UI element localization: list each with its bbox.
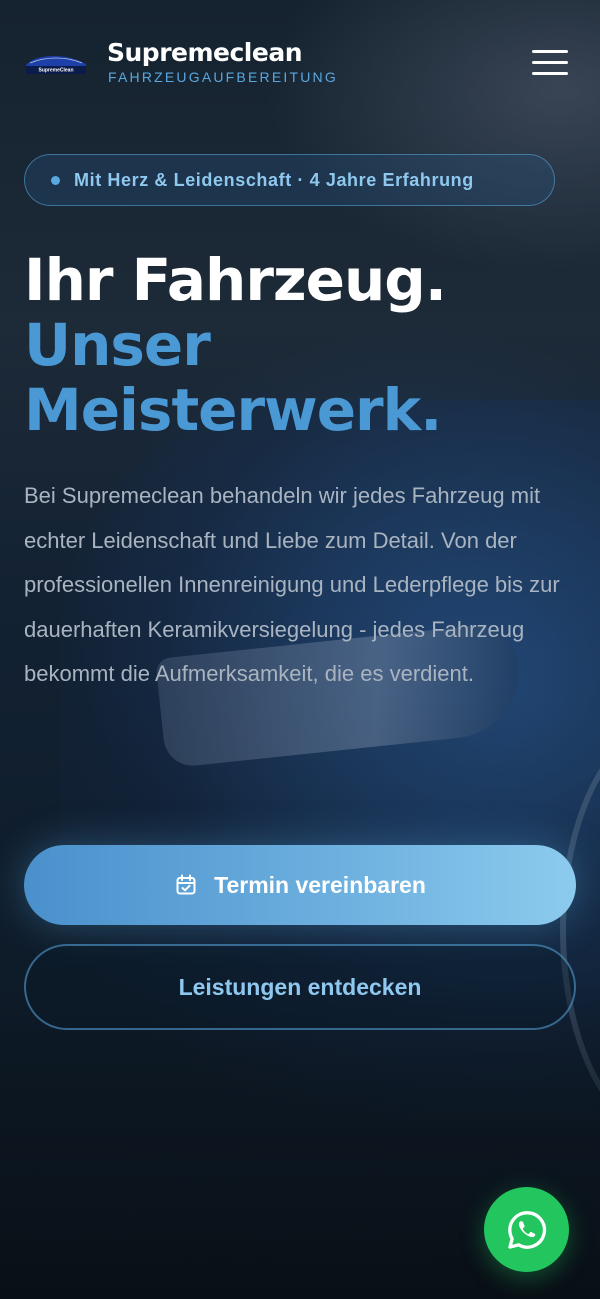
- brand-subtitle: FAHRZEUGAUFBEREITUNG: [108, 69, 338, 85]
- book-appointment-button[interactable]: Termin vereinbaren: [24, 845, 576, 925]
- badge-dot-icon: [51, 175, 60, 185]
- discover-services-label: Leistungen entdecken: [178, 973, 422, 1000]
- site-header: SupremeClean Supremeclean FAHRZEUGAUFBER…: [0, 0, 600, 120]
- brand-logo[interactable]: SupremeClean: [24, 52, 88, 76]
- whatsapp-icon: [507, 1210, 546, 1249]
- badge-text: Mit Herz & Leidenschaft · 4 Jahre Erfahr…: [74, 169, 474, 190]
- headline-line-1: Ihr Fahrzeug.: [24, 246, 447, 314]
- hero-description: Bei Supremeclean behandeln wir jedes Fah…: [24, 483, 560, 686]
- hero-headline: Ihr Fahrzeug. Unser Meisterwerk.: [24, 248, 584, 443]
- hamburger-menu-icon[interactable]: [530, 48, 570, 78]
- headline-line-2: Unser: [24, 311, 211, 379]
- logo-text: SupremeClean: [38, 68, 73, 74]
- whatsapp-button[interactable]: [484, 1187, 569, 1272]
- discover-services-button[interactable]: Leistungen entdecken: [24, 944, 576, 1030]
- experience-badge: Mit Herz & Leidenschaft · 4 Jahre Erfahr…: [24, 154, 555, 206]
- book-appointment-label: Termin vereinbaren: [214, 871, 426, 898]
- brand-name[interactable]: Supremeclean: [107, 38, 303, 67]
- headline-line-3: Meisterwerk.: [24, 376, 442, 444]
- calendar-check-icon: [176, 874, 196, 895]
